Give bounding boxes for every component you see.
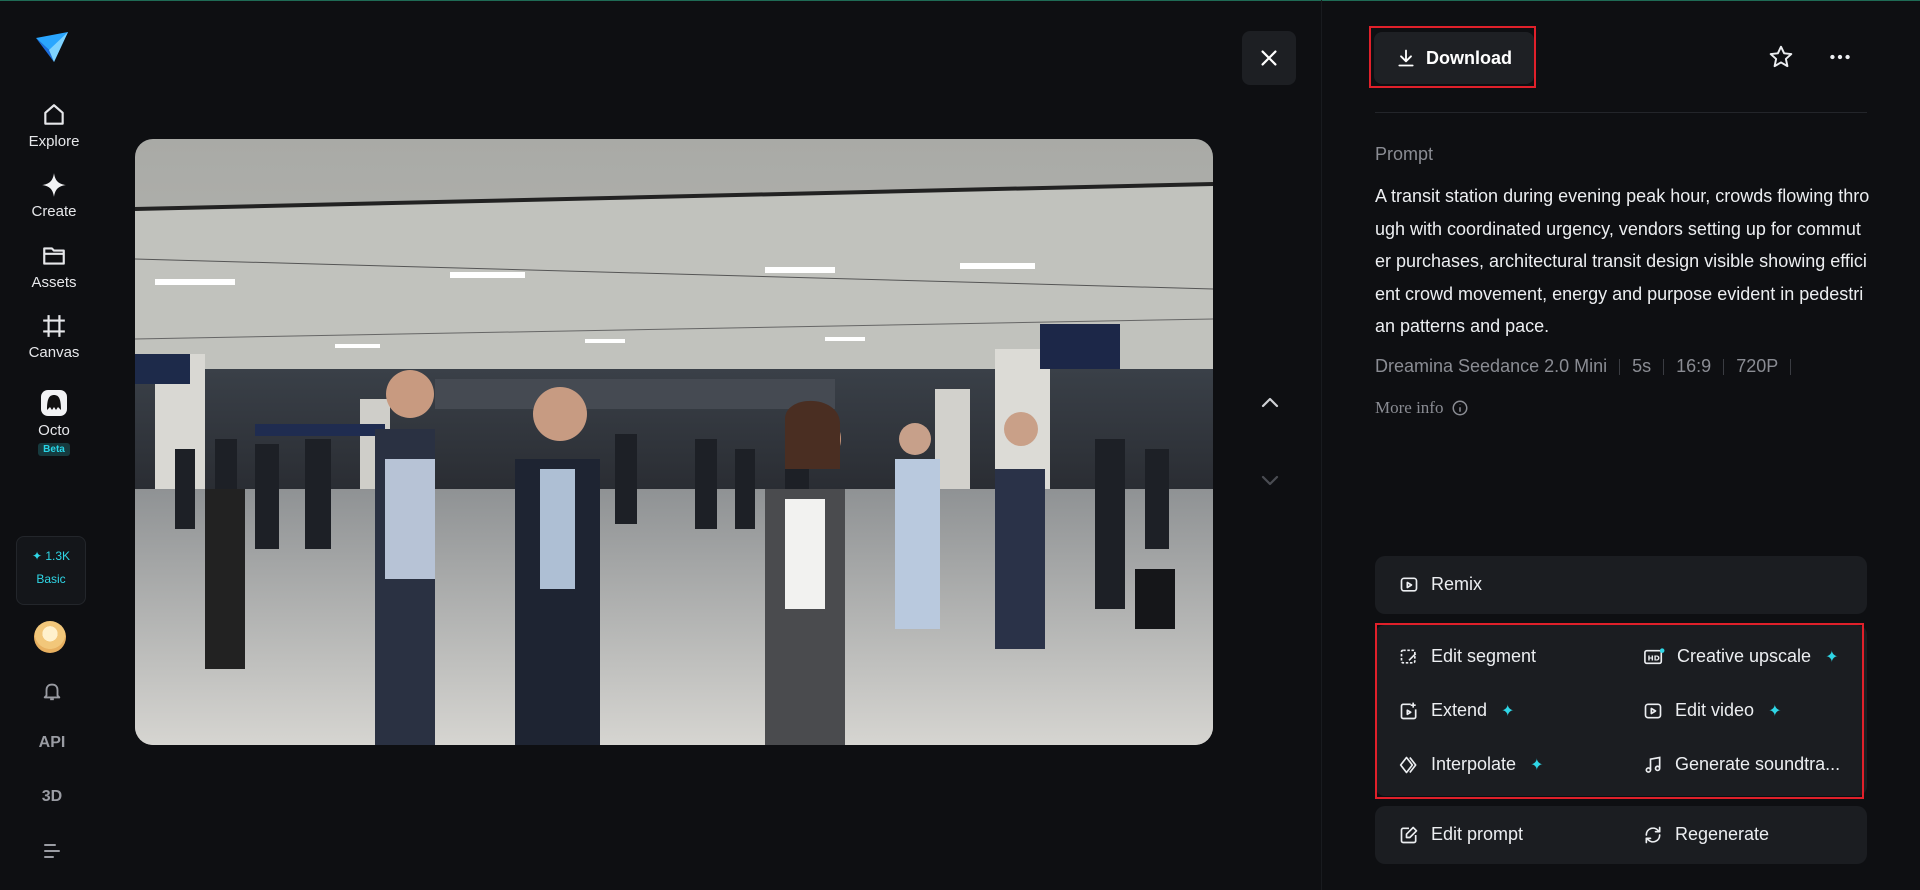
bell-icon	[43, 683, 61, 701]
extend-label: Extend	[1431, 700, 1488, 720]
edit-segment-icon	[1400, 649, 1417, 664]
remix-card: Remix	[1375, 556, 1867, 614]
menu-button[interactable]	[0, 842, 104, 860]
plan-label: Basic	[36, 572, 66, 586]
folder-icon	[43, 247, 65, 265]
more-options-button[interactable]	[1822, 39, 1858, 75]
remix-button[interactable]: Remix	[1399, 574, 1482, 595]
beta-badge: Beta	[38, 443, 70, 456]
more-info-label: More info	[1375, 398, 1444, 417]
3d-link[interactable]: 3D	[0, 788, 104, 806]
sidebar-item-label: Octo	[38, 422, 70, 439]
sparkle-icon: ✦	[1768, 702, 1782, 720]
credits-amount: ✦ 1.3K	[31, 549, 71, 563]
download-icon	[1398, 49, 1414, 67]
sparkle-icon: ✦	[1825, 648, 1839, 666]
sparkle-icon: ✦	[1530, 756, 1544, 774]
home-icon	[44, 104, 64, 125]
close-button[interactable]	[1242, 31, 1296, 85]
generated-video-preview[interactable]	[135, 139, 1213, 745]
remix-label: Remix	[1431, 574, 1483, 594]
regenerate-icon	[1645, 826, 1661, 843]
more-horizontal-icon	[1830, 54, 1850, 60]
download-label: Download	[1426, 47, 1512, 68]
model-name: Dreamina Seedance 2.0 Mini	[1375, 356, 1608, 376]
transit-station-image	[135, 139, 1213, 745]
octo-icon	[41, 390, 67, 416]
sidebar-item-label: Assets	[31, 274, 77, 291]
creative-upscale-button[interactable]: HD Creative upscale ✦	[1643, 646, 1838, 667]
duration: 5s	[1632, 356, 1652, 376]
meta-separator	[1723, 358, 1725, 375]
next-button[interactable]	[1254, 464, 1286, 496]
sidebar-item-canvas[interactable]: Canvas	[0, 313, 108, 361]
prompt-text: A transit station during evening peak ho…	[1375, 186, 1870, 336]
favorite-button[interactable]	[1763, 39, 1799, 75]
sidebar-item-explore[interactable]: Explore	[0, 102, 108, 150]
generate-soundtrack-label: Generate soundtra...	[1675, 754, 1841, 774]
edit-video-icon	[1644, 703, 1662, 718]
previous-button[interactable]	[1254, 387, 1286, 419]
meta-separator	[1663, 358, 1665, 375]
regenerate-label: Regenerate	[1675, 824, 1770, 844]
star-icon	[1769, 45, 1793, 68]
edit-video-label: Edit video	[1675, 700, 1755, 720]
close-icon	[1261, 50, 1277, 66]
credits-badge[interactable]: ✦ 1.3K Basic	[16, 536, 86, 605]
download-button[interactable]: Download	[1374, 32, 1534, 84]
sidebar-item-create[interactable]: Create	[0, 172, 108, 220]
edit-prompt-button[interactable]: Edit prompt	[1399, 824, 1523, 845]
panel-divider	[1321, 0, 1322, 890]
meta-separator	[1790, 358, 1792, 375]
canvas-icon	[43, 315, 65, 337]
notifications-button[interactable]	[0, 680, 104, 702]
info-icon	[1452, 400, 1468, 416]
svg-text:HD: HD	[1648, 653, 1660, 662]
prompt-actions-card: Edit prompt Regenerate	[1375, 806, 1867, 864]
api-link[interactable]: API	[0, 734, 104, 752]
sidebar-item-octo[interactable]: Octo Beta	[0, 389, 108, 457]
sidebar-item-assets[interactable]: Assets	[0, 243, 108, 291]
paper-plane-logo[interactable]	[34, 30, 70, 66]
edit-actions-card: Edit segment HD Creative upscale ✦ Exten…	[1375, 625, 1867, 796]
meta-separator	[1619, 358, 1621, 375]
generate-soundtrack-button[interactable]: Generate soundtra...	[1643, 754, 1840, 775]
top-accent-line	[0, 0, 1920, 1]
sidebar-item-label: Canvas	[28, 344, 80, 361]
creative-upscale-label: Creative upscale	[1677, 646, 1812, 666]
regenerate-button[interactable]: Regenerate	[1643, 824, 1769, 845]
music-note-icon	[1645, 756, 1661, 773]
prompt-label: Prompt	[1375, 144, 1434, 164]
sidebar-item-label: Create	[31, 203, 77, 220]
edit-segment-label: Edit segment	[1431, 646, 1537, 666]
extend-icon	[1400, 702, 1417, 719]
interpolate-label: Interpolate	[1431, 754, 1517, 774]
sidebar: Explore Create Assets Canvas Octo Beta ✦…	[0, 0, 104, 890]
edit-video-button[interactable]: Edit video ✦	[1643, 700, 1781, 721]
edit-segment-button[interactable]: Edit segment	[1399, 646, 1536, 667]
sidebar-item-label: Explore	[28, 133, 80, 150]
chevron-down-icon	[1261, 475, 1279, 486]
menu-icon	[44, 844, 60, 858]
more-info-link[interactable]: More info	[1375, 398, 1469, 418]
generation-meta: Dreamina Seedance 2.0 Mini 5s 16:9 720P	[1375, 356, 1803, 377]
edit-prompt-label: Edit prompt	[1431, 824, 1524, 844]
edit-prompt-icon	[1400, 826, 1418, 843]
interpolate-icon	[1399, 756, 1417, 773]
hd-upscale-icon: HD	[1644, 647, 1665, 664]
aspect-ratio: 16:9	[1676, 356, 1712, 376]
avatar[interactable]	[34, 621, 66, 653]
extend-button[interactable]: Extend ✦	[1399, 700, 1514, 721]
panel-divider-horizontal	[1375, 112, 1867, 113]
sparkle-icon	[42, 173, 66, 197]
resolution: 720P	[1736, 356, 1779, 376]
chevron-up-icon	[1261, 397, 1279, 408]
sparkle-icon: ✦	[1501, 702, 1515, 720]
remix-icon	[1400, 577, 1418, 592]
interpolate-button[interactable]: Interpolate ✦	[1399, 754, 1543, 775]
